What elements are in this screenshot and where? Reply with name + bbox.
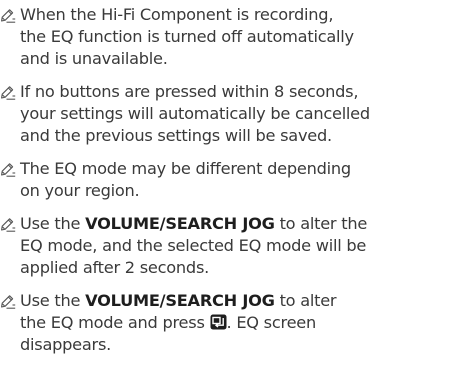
control-name: VOLUME/SEARCH JOG bbox=[85, 214, 275, 233]
note-text: the EQ function is turned off automatica… bbox=[20, 27, 354, 46]
note-text: the EQ mode and press bbox=[20, 313, 210, 332]
note-line: When the Hi-Fi Component is recording, bbox=[20, 4, 452, 26]
notes-list: When the Hi-Fi Component is recording, th… bbox=[0, 4, 452, 367]
note-line: disappears. bbox=[20, 334, 452, 356]
note-line: Use the VOLUME/SEARCH JOG to alter the bbox=[20, 213, 452, 235]
note-pencil-icon bbox=[1, 86, 16, 100]
note-item: If no buttons are pressed within 8 secon… bbox=[0, 81, 452, 147]
note-line: your settings will automatically be canc… bbox=[20, 103, 452, 125]
note-item: When the Hi-Fi Component is recording, th… bbox=[0, 4, 452, 70]
note-line: applied after 2 seconds. bbox=[20, 257, 452, 279]
note-text: to alter the bbox=[274, 214, 368, 233]
note-pencil-icon bbox=[1, 218, 16, 232]
note-text: your settings will automatically be canc… bbox=[20, 104, 370, 123]
note-text: If no buttons are pressed within 8 secon… bbox=[20, 82, 359, 101]
note-line: the EQ function is turned off automatica… bbox=[20, 26, 452, 48]
note-text: and the previous settings will be saved. bbox=[20, 126, 332, 145]
note-text: . EQ screen bbox=[226, 313, 317, 332]
note-pencil-icon bbox=[1, 163, 16, 177]
note-line: EQ mode, and the selected EQ mode will b… bbox=[20, 235, 452, 257]
note-line: Use the VOLUME/SEARCH JOG to alter bbox=[20, 290, 452, 312]
enter-key-icon bbox=[210, 314, 227, 330]
note-line: The EQ mode may be different depending bbox=[20, 158, 452, 180]
note-line: the EQ mode and press . EQ screen bbox=[20, 312, 452, 334]
note-text: Use the bbox=[20, 291, 86, 310]
note-line: and is unavailable. bbox=[20, 48, 452, 70]
note-text: EQ mode, and the selected EQ mode will b… bbox=[20, 236, 367, 255]
note-item: Use the VOLUME/SEARCH JOG to alter the EQ… bbox=[0, 213, 452, 279]
note-line: on your region. bbox=[20, 180, 452, 202]
note-item: The EQ mode may be different depending on… bbox=[0, 158, 452, 202]
note-text: on your region. bbox=[20, 181, 140, 200]
note-pencil-icon bbox=[1, 9, 16, 23]
note-text: When the Hi-Fi Component is recording, bbox=[20, 5, 334, 24]
control-name: VOLUME/SEARCH JOG bbox=[85, 291, 275, 310]
note-item: Use the VOLUME/SEARCH JOG to alter the EQ… bbox=[0, 290, 452, 356]
note-pencil-icon bbox=[1, 295, 16, 309]
note-text: applied after 2 seconds. bbox=[20, 258, 210, 277]
note-line: and the previous settings will be saved. bbox=[20, 125, 452, 147]
note-text: to alter bbox=[274, 291, 337, 310]
note-text: disappears. bbox=[20, 335, 112, 354]
note-text: and is unavailable. bbox=[20, 49, 168, 68]
note-text: Use the bbox=[20, 214, 86, 233]
note-text: The EQ mode may be different depending bbox=[20, 159, 351, 178]
note-line: If no buttons are pressed within 8 secon… bbox=[20, 81, 452, 103]
